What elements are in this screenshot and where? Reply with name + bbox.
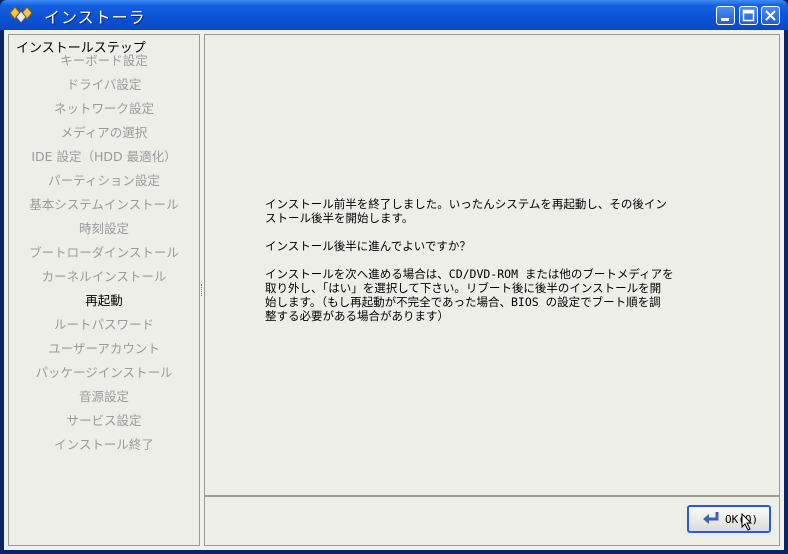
ok-button[interactable]: OK(O) [687, 505, 771, 533]
step-base-system: 基本システムインストール [29, 197, 179, 212]
close-icon [765, 10, 776, 21]
maximize-icon [742, 9, 755, 22]
step-time: 時刻設定 [78, 221, 129, 236]
close-button[interactable] [761, 6, 780, 25]
install-steps-panel: インストールステップ キーボード設定 ドライバ設定 ネットワーク設定 メディアの… [8, 34, 200, 546]
step-driver: ドライバ設定 [66, 77, 142, 92]
steps-list: キーボード設定 ドライバ設定 ネットワーク設定 メディアの選択 IDE 設定（H… [9, 49, 199, 457]
window-title: インストーラ [44, 8, 146, 27]
step-keyboard: キーボード設定 [60, 53, 148, 68]
maximize-button[interactable] [739, 6, 758, 25]
minimize-button[interactable] [716, 6, 735, 25]
step-user-account: ユーザーアカウント [48, 341, 160, 356]
message-question: インストール後半に進んでよいですか？ [265, 239, 471, 253]
step-kernel: カーネルインストール [41, 269, 167, 284]
step-media: メディアの選択 [60, 125, 148, 140]
message-paragraph: インストール前半を終了しました。いったんシステムを再起動し、その後イン ストール… [265, 197, 667, 225]
step-bootloader: ブートローダインストール [29, 245, 179, 260]
installer-diamond-icon [9, 6, 33, 24]
minimize-icon [721, 18, 729, 21]
mouse-pointer-icon [741, 513, 753, 531]
step-ide: IDE 設定（HDD 最適化） [31, 149, 177, 164]
message-panel: インストール前半を終了しました。いったんシステムを再起動し、その後イン ストール… [204, 34, 780, 496]
step-sound: 音源設定 [78, 389, 129, 404]
step-root-password: ルートパスワード [53, 317, 154, 332]
button-bar: OK(O) [204, 496, 780, 546]
step-network: ネットワーク設定 [53, 101, 154, 116]
return-arrow-icon [703, 512, 719, 524]
installer-window: インストーラ インストールステップ キーボード設定 ドライバ設定 ネットワーク設… [0, 0, 788, 554]
message-text: インストール前半を終了しました。いったんシステムを再起動し、その後イン ストール… [265, 197, 735, 337]
step-partition: パーティション設定 [48, 173, 160, 188]
message-instructions: インストールを次へ進める場合は、CD/DVD-ROM または他のブートメディアを… [265, 267, 674, 323]
step-reboot: 再起動 [85, 293, 123, 308]
step-services: サービス設定 [66, 413, 142, 428]
window-body: インストールステップ キーボード設定 ドライバ設定 ネットワーク設定 メディアの… [4, 30, 784, 550]
title-bar[interactable]: インストーラ [0, 0, 788, 30]
step-finish: インストール終了 [54, 437, 154, 452]
step-packages: パッケージインストール [35, 365, 173, 380]
